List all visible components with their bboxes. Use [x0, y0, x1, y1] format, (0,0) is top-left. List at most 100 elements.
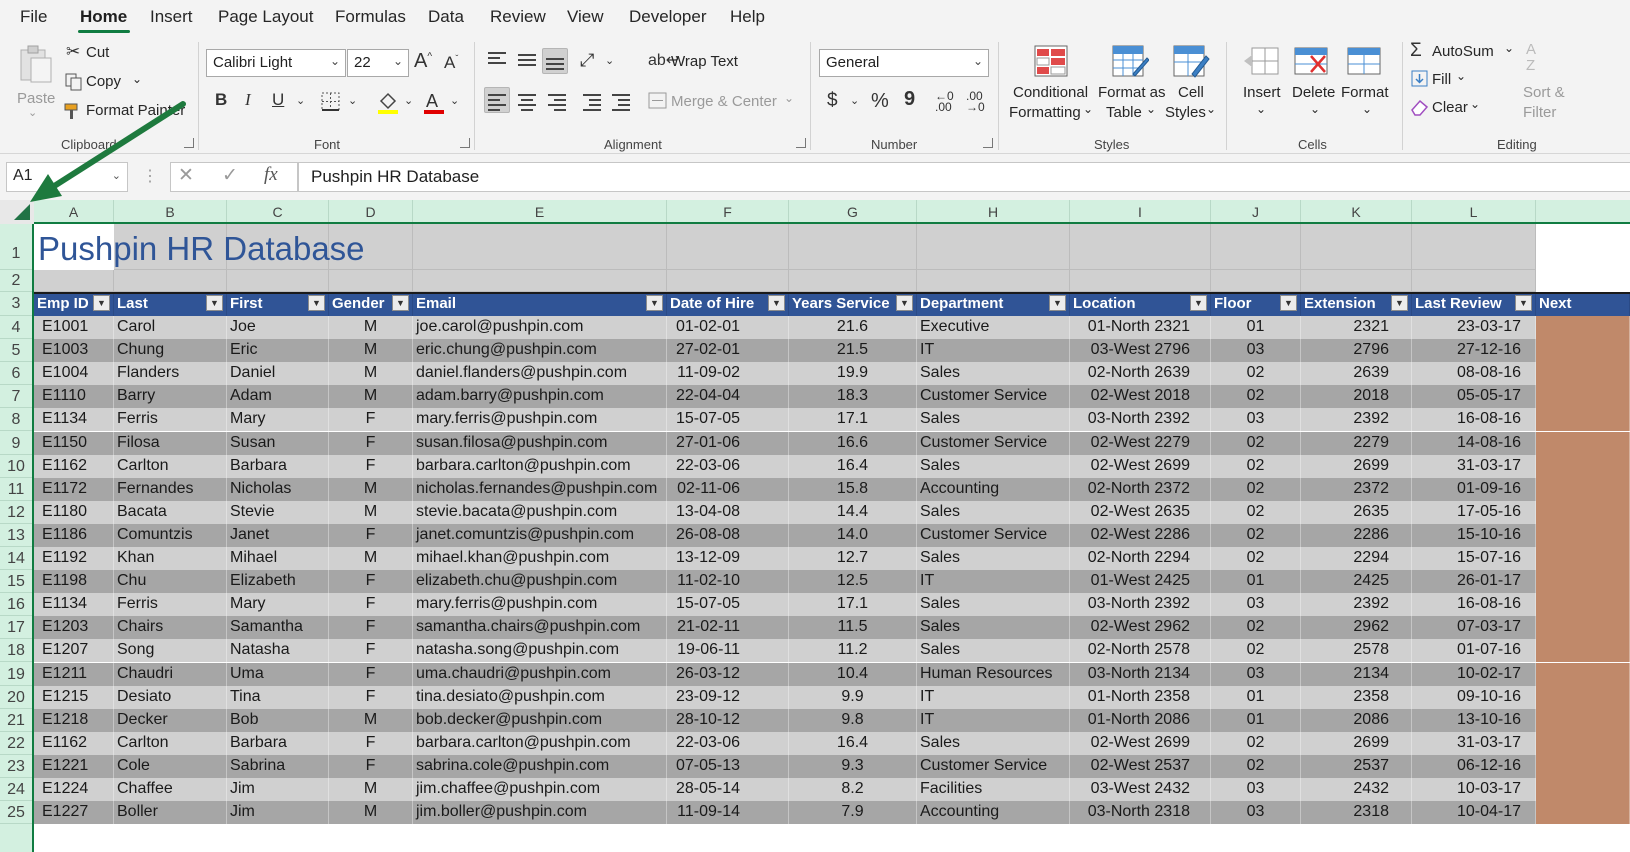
- format-as-table-button[interactable]: Format as Table ⌄: [1096, 42, 1166, 124]
- cell[interactable]: 02-West 2962: [1070, 616, 1211, 640]
- number-launcher-icon[interactable]: [983, 138, 993, 148]
- cell[interactable]: F: [329, 593, 413, 617]
- shrink-font-button[interactable]: Aˇ: [444, 53, 458, 73]
- cell[interactable]: 2699: [1301, 454, 1412, 478]
- font-family-select[interactable]: Calibri Light ⌄: [206, 49, 346, 77]
- cell[interactable]: 16.4: [789, 731, 917, 755]
- cell[interactable]: 28-10-12: [667, 708, 789, 732]
- cell-next-review[interactable]: [1536, 731, 1630, 755]
- cell[interactable]: 12.5: [789, 570, 917, 594]
- insert-cells-button[interactable]: Insert ⌄: [1238, 42, 1288, 124]
- cell[interactable]: 11-09-02: [667, 362, 789, 386]
- cell[interactable]: Customer Service: [917, 385, 1070, 409]
- cell[interactable]: E1110: [34, 385, 114, 409]
- column-header-e[interactable]: E: [413, 200, 667, 222]
- cell[interactable]: Eric: [227, 339, 329, 363]
- cell[interactable]: 2372: [1301, 477, 1412, 501]
- filter-dropdown-icon[interactable]: ▼: [206, 295, 223, 311]
- cell[interactable]: F: [329, 731, 413, 755]
- cell[interactable]: stevie.bacata@pushpin.com: [413, 500, 667, 524]
- chevron-down-icon[interactable]: ⌄: [296, 94, 305, 107]
- cell[interactable]: F: [329, 431, 413, 455]
- row-header-11[interactable]: 11: [0, 478, 32, 501]
- filter-dropdown-icon[interactable]: ▼: [308, 295, 325, 311]
- cell-next-review[interactable]: [1536, 477, 1630, 501]
- increase-decimal-icon[interactable]: ←0.00: [935, 90, 954, 113]
- cell[interactable]: 14.4: [789, 500, 917, 524]
- fill-color-icon[interactable]: [376, 89, 400, 115]
- wrap-text-button[interactable]: ab↩ Wrap Text: [648, 50, 748, 74]
- cell[interactable]: Executive: [917, 316, 1070, 340]
- cell[interactable]: E1207: [34, 639, 114, 663]
- cell[interactable]: Elizabeth: [227, 570, 329, 594]
- bold-button[interactable]: B: [215, 90, 227, 110]
- cell[interactable]: 14.0: [789, 523, 917, 547]
- column-header-a[interactable]: A: [34, 200, 114, 222]
- cell[interactable]: 02: [1211, 639, 1301, 663]
- delete-cells-button[interactable]: Delete ⌄: [1288, 42, 1338, 124]
- cell[interactable]: 2962: [1301, 616, 1412, 640]
- cell[interactable]: 02: [1211, 362, 1301, 386]
- cell-next-review[interactable]: [1536, 454, 1630, 478]
- cell[interactable]: Decker: [114, 708, 227, 732]
- increase-indent-icon[interactable]: [612, 94, 630, 114]
- menu-tab-help[interactable]: Help: [730, 7, 765, 27]
- cell[interactable]: 03-North 2392: [1070, 408, 1211, 432]
- cell[interactable]: 7.9: [789, 801, 917, 825]
- row-header-13[interactable]: 13: [0, 524, 32, 547]
- cell[interactable]: 16-08-16: [1412, 593, 1536, 617]
- cell[interactable]: F: [329, 662, 413, 686]
- cell[interactable]: Natasha: [227, 639, 329, 663]
- cell[interactable]: Customer Service: [917, 431, 1070, 455]
- cell[interactable]: 01-07-16: [1412, 639, 1536, 663]
- filter-dropdown-icon[interactable]: ▼: [646, 295, 663, 311]
- cell[interactable]: M: [329, 339, 413, 363]
- cell-next-review[interactable]: [1536, 523, 1630, 547]
- cell[interactable]: IT: [917, 685, 1070, 709]
- cell[interactable]: Mary: [227, 408, 329, 432]
- cell[interactable]: [1070, 270, 1211, 292]
- cut-button[interactable]: ✂ Cut: [64, 42, 134, 64]
- cell[interactable]: Nicholas: [227, 477, 329, 501]
- cell[interactable]: 01: [1211, 685, 1301, 709]
- cell[interactable]: 8.2: [789, 778, 917, 802]
- table-header-cell[interactable]: Last Review ▼: [1412, 292, 1536, 316]
- cell[interactable]: 10-04-17: [1412, 801, 1536, 825]
- cell[interactable]: mihael.khan@pushpin.com: [413, 547, 667, 571]
- cell[interactable]: Sales: [917, 408, 1070, 432]
- cell[interactable]: 09-10-16: [1412, 685, 1536, 709]
- table-header-cell[interactable]: Last ▼: [114, 292, 227, 316]
- cell[interactable]: E1227: [34, 801, 114, 825]
- row-header-25[interactable]: 25: [0, 801, 32, 825]
- cell[interactable]: 02: [1211, 454, 1301, 478]
- row-header-24[interactable]: 24: [0, 778, 32, 802]
- cell-next-review[interactable]: [1536, 385, 1630, 409]
- alignment-launcher-icon[interactable]: [796, 138, 806, 148]
- cell[interactable]: Sales: [917, 616, 1070, 640]
- cell[interactable]: tina.desiato@pushpin.com: [413, 685, 667, 709]
- comma-button[interactable]: 9: [904, 88, 915, 111]
- cell[interactable]: 02-West 2699: [1070, 731, 1211, 755]
- cell-next-review[interactable]: [1536, 708, 1630, 732]
- cell[interactable]: 03: [1211, 801, 1301, 825]
- grow-font-button[interactable]: A^: [414, 50, 432, 73]
- cell[interactable]: E1172: [34, 477, 114, 501]
- cell[interactable]: 2134: [1301, 662, 1412, 686]
- table-header-cell[interactable]: Gender ▼: [329, 292, 413, 316]
- cell[interactable]: Comuntzis: [114, 523, 227, 547]
- table-header-cell[interactable]: First ▼: [227, 292, 329, 316]
- select-all-button[interactable]: [0, 200, 34, 224]
- cell[interactable]: 26-08-08: [667, 523, 789, 547]
- table-header-cell[interactable]: Location ▼: [1070, 292, 1211, 316]
- cell[interactable]: 03-West 2432: [1070, 778, 1211, 802]
- cell[interactable]: E1198: [34, 570, 114, 594]
- cell[interactable]: 2392: [1301, 593, 1412, 617]
- cell[interactable]: 08-08-16: [1412, 362, 1536, 386]
- align-right-icon[interactable]: [548, 94, 566, 114]
- cell[interactable]: Bacata: [114, 500, 227, 524]
- sort-filter-button[interactable]: AZ Sort & Filter: [1522, 42, 1582, 124]
- cell[interactable]: jim.chaffee@pushpin.com: [413, 778, 667, 802]
- cell[interactable]: 2796: [1301, 339, 1412, 363]
- merge-center-button[interactable]: Merge & Center ⌄: [648, 90, 798, 114]
- cell[interactable]: 9.9: [789, 685, 917, 709]
